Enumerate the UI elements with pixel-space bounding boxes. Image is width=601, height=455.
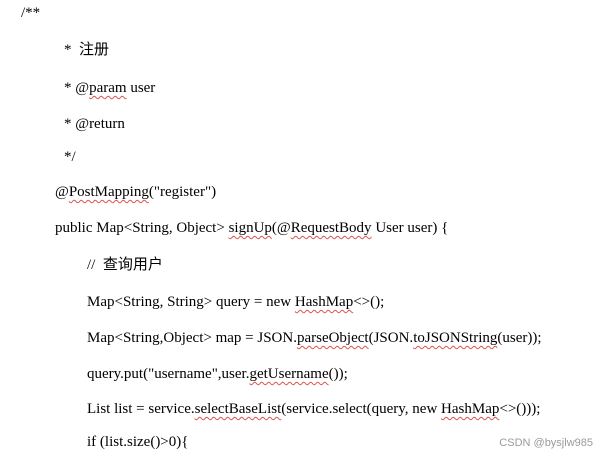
code-text: * @ bbox=[64, 80, 90, 96]
code-text: ()); bbox=[328, 366, 348, 382]
code-line-1: /** bbox=[21, 5, 41, 21]
code-line-6: @PostMapping("register") bbox=[55, 183, 216, 201]
code-line-9: Map<String, String> query = new HashMap<… bbox=[87, 293, 384, 311]
spellcheck-word: getUsername bbox=[249, 366, 329, 382]
csdn-watermark: CSDN @bysjlw985 bbox=[499, 437, 593, 449]
spellcheck-word: HashMap bbox=[441, 401, 500, 417]
code-line-13: if (list.size()>0){ bbox=[87, 434, 189, 450]
code-line-11: query.put("username",user.getUsername())… bbox=[87, 365, 348, 383]
spellcheck-word: selectBaseList bbox=[194, 401, 282, 417]
code-line-7: public Map<String, Object> signUp(@Reque… bbox=[55, 219, 448, 237]
code-text: Map<String,Object> map = JSON. bbox=[87, 330, 297, 346]
code-text: query.put("username",user. bbox=[87, 366, 250, 382]
code-line-5: */ bbox=[64, 149, 76, 165]
code-text: (JSON. bbox=[368, 330, 414, 346]
code-text: (@ bbox=[271, 220, 291, 236]
code-text: (service.select(query, new bbox=[281, 401, 442, 417]
code-line-4: * @return bbox=[64, 116, 125, 132]
code-text: <>(); bbox=[353, 294, 385, 310]
code-line-2: * 注册 bbox=[64, 42, 110, 58]
code-text: @ bbox=[55, 184, 69, 200]
code-line-12: List list = service.selectBaseList(servi… bbox=[87, 400, 540, 418]
code-text: ("register") bbox=[148, 184, 217, 200]
spellcheck-word: param bbox=[89, 80, 127, 96]
code-text: (user)); bbox=[497, 330, 542, 346]
code-text: public Map<String, Object> bbox=[55, 220, 229, 236]
code-line-8: // 查询用户 bbox=[87, 257, 163, 273]
code-text: List list = service. bbox=[87, 401, 195, 417]
spellcheck-word: PostMapping bbox=[68, 184, 149, 200]
code-text: user bbox=[126, 80, 156, 96]
spellcheck-word: HashMap bbox=[294, 294, 354, 310]
spellcheck-word: signUp bbox=[228, 220, 272, 236]
spellcheck-word: parseObject bbox=[296, 330, 369, 346]
spellcheck-word: RequestBody bbox=[290, 220, 372, 236]
code-line-3: * @param user bbox=[64, 79, 155, 97]
code-text: <>())); bbox=[499, 401, 541, 417]
code-line-10: Map<String,Object> map = JSON.parseObjec… bbox=[87, 329, 542, 347]
code-text: Map<String, String> query = new bbox=[87, 294, 295, 310]
spellcheck-word: toJSONString bbox=[413, 330, 498, 346]
code-text: User user) { bbox=[371, 220, 449, 236]
